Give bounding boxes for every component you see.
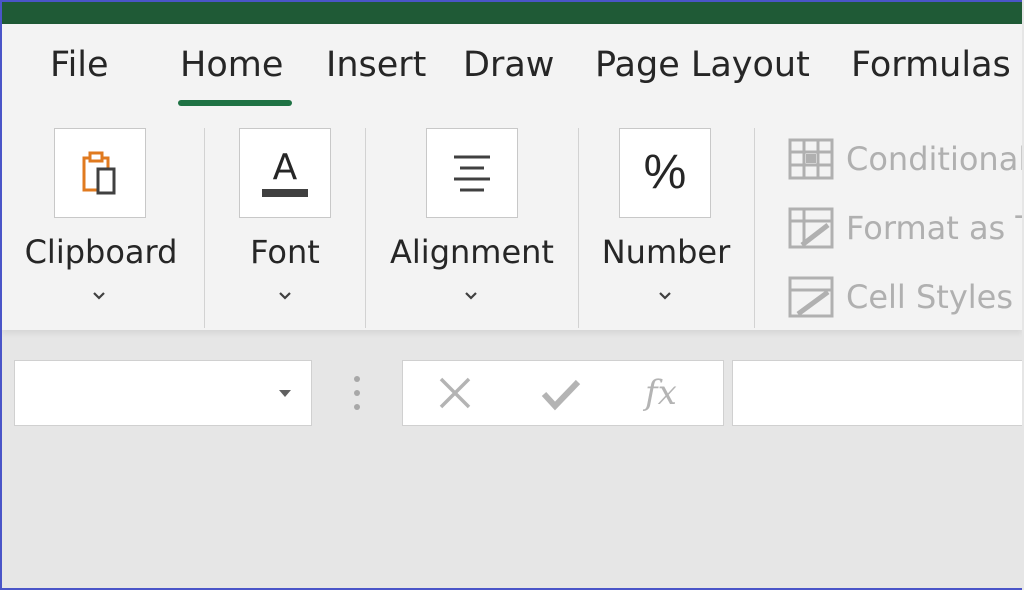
name-box[interactable] — [14, 360, 312, 426]
conditional-formatting-button[interactable]: Conditional — [788, 136, 1022, 182]
tab-draw[interactable]: Draw — [463, 48, 554, 83]
group-label-number: Number — [601, 233, 731, 271]
excel-window: File Home Insert Draw Page Layout Formul… — [0, 0, 1022, 590]
tab-home[interactable]: Home — [180, 48, 283, 83]
font-color-button[interactable]: A — [239, 128, 331, 218]
formula-controls: fx — [402, 360, 724, 426]
conditional-formatting-icon — [788, 138, 834, 180]
percent-icon: % — [643, 146, 687, 199]
group-label-clipboard: Clipboard — [24, 233, 178, 271]
caret-down-icon[interactable] — [277, 389, 293, 399]
insert-function-icon[interactable]: fx — [645, 373, 677, 413]
chevron-down-icon[interactable] — [1021, 289, 1022, 305]
formula-input[interactable] — [732, 360, 1022, 426]
tab-formulas[interactable]: Formulas — [851, 48, 1011, 83]
chevron-down-icon[interactable] — [277, 288, 293, 304]
enter-check-icon[interactable] — [541, 376, 581, 412]
group-separator — [754, 128, 755, 328]
drag-handle-icon[interactable] — [353, 375, 361, 411]
format-as-table-icon — [788, 207, 834, 249]
clipboard-icon — [82, 151, 116, 195]
group-label-font: Font — [250, 233, 320, 271]
cell-styles-button[interactable]: Cell Styles — [788, 274, 1022, 320]
tab-insert[interactable]: Insert — [326, 48, 426, 83]
conditional-formatting-label: Conditional — [846, 140, 1022, 178]
svg-text:A: A — [273, 147, 298, 188]
cell-styles-label: Cell Styles — [846, 278, 1014, 316]
cancel-icon[interactable] — [437, 375, 473, 411]
worksheet-area — [2, 432, 1022, 588]
group-separator — [204, 128, 205, 328]
active-tab-indicator — [178, 100, 292, 106]
clipboard-button[interactable] — [54, 128, 146, 218]
title-bar — [2, 2, 1022, 24]
chevron-down-icon[interactable] — [91, 288, 107, 304]
cell-styles-icon — [788, 276, 834, 318]
tab-page-layout[interactable]: Page Layout — [595, 48, 810, 83]
align-center-icon — [454, 155, 490, 192]
number-format-button[interactable]: % — [619, 128, 711, 218]
group-separator — [365, 128, 366, 328]
group-separator — [578, 128, 579, 328]
chevron-down-icon[interactable] — [657, 288, 673, 304]
format-as-table-button[interactable]: Format as T — [788, 205, 1022, 251]
tab-file[interactable]: File — [50, 48, 109, 83]
chevron-down-icon[interactable] — [463, 288, 479, 304]
format-as-table-label: Format as T — [846, 209, 1022, 247]
group-label-alignment: Alignment — [390, 233, 554, 271]
alignment-button[interactable] — [426, 128, 518, 218]
font-color-icon: A — [262, 147, 308, 197]
